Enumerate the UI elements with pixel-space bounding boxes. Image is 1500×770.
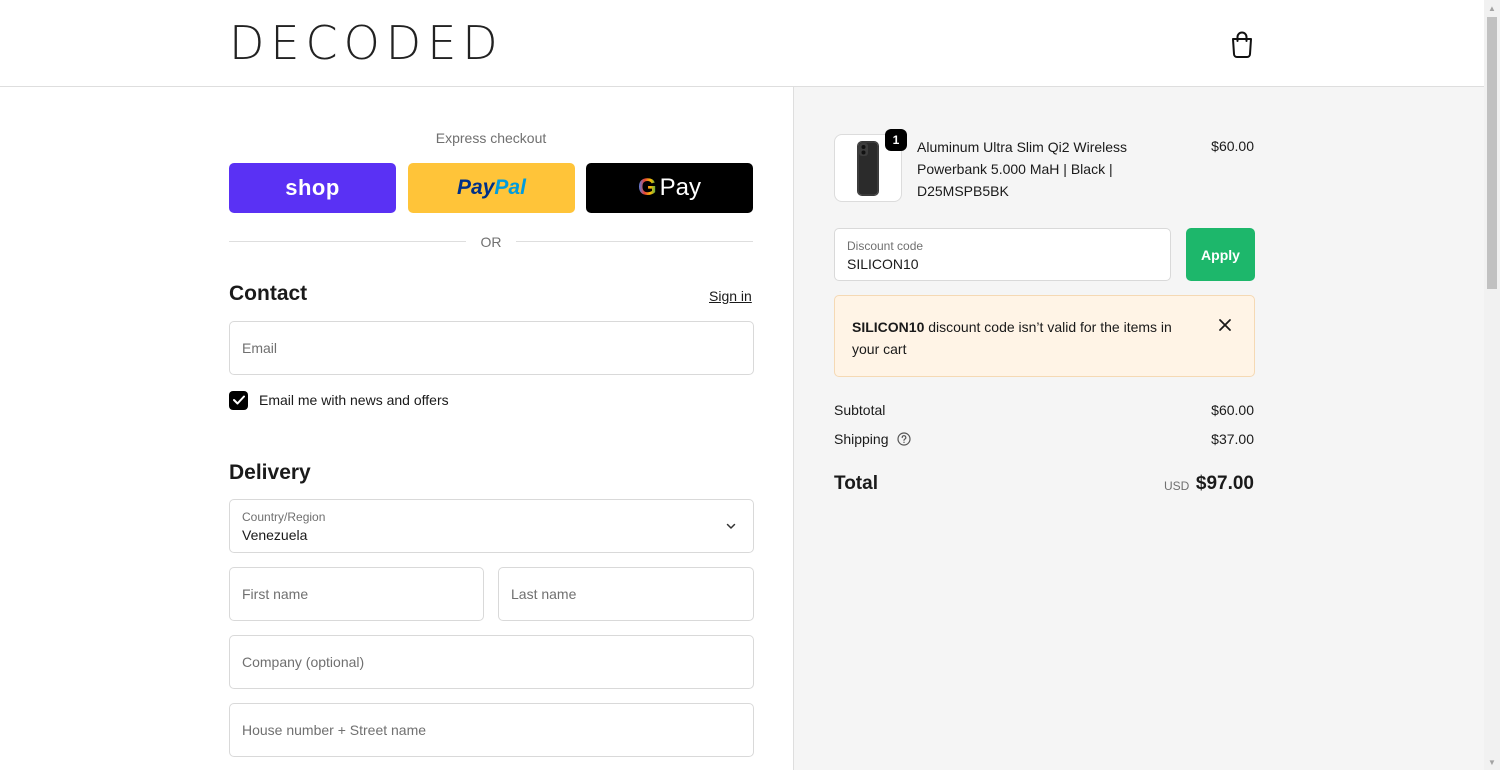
country-label: Country/Region	[242, 510, 326, 524]
contact-title: Contact	[229, 282, 308, 305]
product-name: Aluminum Ultra Slim Qi2 Wireless Powerba…	[917, 139, 1128, 199]
total-currency: USD	[1164, 479, 1190, 493]
subtotal-value: $60.00	[1211, 402, 1254, 418]
scroll-down-arrow-icon[interactable]: ▼	[1484, 754, 1500, 770]
apply-button[interactable]: Apply	[1186, 228, 1255, 281]
product-price: $60.00	[1211, 138, 1254, 154]
address-placeholder: House number + Street name	[242, 722, 427, 738]
first-name-placeholder: First name	[242, 586, 309, 602]
page-scrollbar[interactable]: ▲ ▼	[1484, 0, 1500, 770]
shop-pay-button[interactable]: shop	[229, 163, 396, 213]
paypal-label-pal: Pal	[494, 176, 526, 199]
discount-error-alert: SILICON10 discount code isn’t valid for …	[834, 295, 1255, 377]
question-circle-icon[interactable]	[897, 432, 911, 446]
quantity-badge: 1	[885, 129, 907, 151]
last-name-field[interactable]: Last name	[498, 567, 754, 621]
chevron-down-icon	[726, 523, 736, 529]
shipping-label: Shipping	[834, 431, 889, 447]
shop-pay-label: shop	[285, 175, 340, 200]
discount-value: SILICON10	[847, 256, 919, 272]
site-header: DECODED	[0, 0, 1484, 87]
email-field[interactable]: Email	[229, 321, 754, 375]
alert-message: SILICON10 discount code isn’t valid for …	[852, 316, 1197, 360]
address-field[interactable]: House number + Street name	[229, 703, 754, 757]
scrollbar-thumb[interactable]	[1487, 17, 1497, 289]
close-icon[interactable]	[1217, 317, 1233, 333]
paypal-label-pay: Pay	[457, 176, 495, 199]
shopping-bag-icon[interactable]	[1229, 30, 1255, 58]
shipping-value: $37.00	[1211, 431, 1254, 447]
company-field[interactable]: Company (optional)	[229, 635, 754, 689]
brand-logo[interactable]: DECODED	[229, 18, 504, 68]
newsletter-label: Email me with news and offers	[259, 392, 449, 408]
company-placeholder: Company (optional)	[242, 654, 365, 670]
subtotal-label: Subtotal	[834, 402, 886, 418]
delivery-title: Delivery	[229, 461, 311, 484]
google-pay-label: Pay	[659, 174, 702, 201]
discount-code-field[interactable]: Discount code SILICON10	[834, 228, 1171, 281]
total-label: Total	[834, 473, 878, 494]
newsletter-checkbox[interactable]	[229, 390, 248, 410]
sign-in-link[interactable]: Sign in	[709, 288, 752, 304]
newsletter-option: Email me with news and offers	[229, 390, 449, 410]
total-value: $97.00	[1195, 473, 1254, 494]
last-name-placeholder: Last name	[511, 586, 577, 602]
country-value: Venezuela	[242, 527, 308, 543]
discount-label: Discount code	[847, 239, 924, 253]
paypal-button[interactable]: Pay Pal	[408, 163, 575, 213]
google-pay-button[interactable]: G Pay	[586, 163, 753, 213]
express-checkout-title: Express checkout	[435, 130, 547, 146]
scroll-up-arrow-icon[interactable]: ▲	[1484, 0, 1500, 16]
google-g-icon: G	[637, 174, 657, 201]
or-text: OR	[480, 234, 502, 250]
or-divider: OR	[229, 234, 753, 250]
country-select[interactable]: Country/Region Venezuela	[229, 499, 754, 553]
email-placeholder: Email	[242, 340, 278, 356]
checkmark-icon	[232, 395, 245, 405]
alert-code: SILICON10	[852, 319, 925, 335]
first-name-field[interactable]: First name	[229, 567, 484, 621]
